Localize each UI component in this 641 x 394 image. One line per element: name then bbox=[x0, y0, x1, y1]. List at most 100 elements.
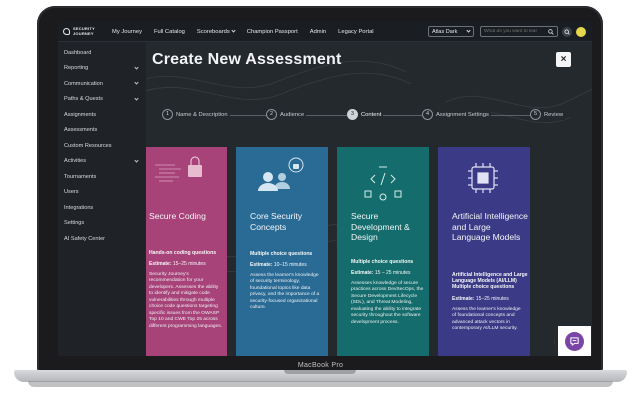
brand-line-2: JOURNEY bbox=[73, 30, 94, 36]
nav-item-label: Scoreboards bbox=[196, 28, 230, 35]
code-lock-icon bbox=[155, 156, 202, 182]
card-subtitle: Multiple choice questions bbox=[351, 259, 414, 265]
card-subtitle: Hands-on coding questions bbox=[149, 250, 217, 256]
brand-logo[interactable]: SECURITY JOURNEY bbox=[63, 27, 106, 36]
card-description: Assess the learner's knowledge of securi… bbox=[250, 272, 320, 311]
sidebar-item-users[interactable]: Users bbox=[58, 185, 146, 201]
sidebar-item-assignments[interactable]: Assignments bbox=[58, 107, 146, 123]
step-label: Name & Description bbox=[176, 111, 228, 118]
sidebar-item-label: Custom Resources bbox=[64, 142, 112, 149]
notifications-button[interactable] bbox=[562, 27, 572, 37]
step-label: Content bbox=[361, 111, 382, 118]
chevron-down-icon bbox=[134, 65, 139, 70]
sidebar-item-reporting[interactable]: Reporting bbox=[58, 61, 146, 77]
assessment-card-secure-coding[interactable]: Secure Coding Hands-on coding questions Es… bbox=[146, 147, 227, 356]
chevron-down-icon bbox=[231, 28, 236, 33]
card-title: Secure Development & Design bbox=[351, 211, 410, 242]
step-assignment-settings[interactable]: 4 Assignment Settings bbox=[422, 109, 491, 120]
nav-item-legacy-portal[interactable]: Legacy Portal bbox=[338, 29, 373, 35]
sidebar-item-paths-and-quests[interactable]: Paths & Quests bbox=[58, 92, 146, 108]
assessment-card-artificial-intelligence-and-la[interactable]: Artificial Intelligence and Large Langua… bbox=[438, 147, 530, 356]
step-content[interactable]: 3 Content bbox=[347, 109, 384, 120]
close-button[interactable]: × bbox=[556, 52, 571, 67]
sidebar: Dashboard Reporting Communication Paths & Q… bbox=[58, 42, 146, 356]
top-navigation: SECURITY JOURNEY My Journey Full Catalog Sc… bbox=[58, 22, 592, 42]
user-avatar[interactable] bbox=[576, 27, 586, 37]
step-audience[interactable]: 2 Audience bbox=[266, 109, 307, 120]
step-number: 4 bbox=[422, 109, 433, 120]
laptop-shadow bbox=[28, 381, 613, 387]
card-estimate: Estimate: 15 – 25 minutes bbox=[351, 270, 427, 276]
step-number: 2 bbox=[266, 109, 277, 120]
chevron-down-icon bbox=[134, 158, 139, 163]
estimate-value: 15–25 minutes bbox=[475, 295, 509, 302]
search-input[interactable] bbox=[484, 29, 546, 34]
nav-item-label: Champion Passport bbox=[246, 28, 298, 35]
step-number: 3 bbox=[347, 109, 358, 120]
estimate-label: Estimate: bbox=[250, 261, 273, 268]
sidebar-item-tournaments[interactable]: Tournaments bbox=[58, 169, 146, 185]
nav-item-champion-passport[interactable]: Champion Passport bbox=[247, 29, 298, 35]
card-estimate: Estimate: 15–25 minutes bbox=[452, 296, 528, 302]
chat-widget[interactable] bbox=[558, 326, 591, 356]
nav-item-label: Full Catalog bbox=[153, 28, 185, 35]
sidebar-item-label: Assessments bbox=[64, 127, 98, 134]
nav-item-label: My Journey bbox=[112, 28, 142, 35]
sidebar-item-label: Assignments bbox=[64, 111, 97, 118]
sidebar-item-dashboard[interactable]: Dashboard bbox=[58, 45, 146, 61]
nav-item-scoreboards[interactable]: Scoreboards bbox=[196, 28, 236, 35]
nav-item-label: Legacy Portal bbox=[338, 28, 374, 35]
card-estimate: Estimate: 10–15 minutes bbox=[250, 262, 326, 268]
step-number: 1 bbox=[162, 109, 173, 120]
devsecops-icon bbox=[364, 166, 402, 201]
estimate-value: 15 – 25 minutes bbox=[374, 269, 411, 276]
sidebar-item-ai-safety-center[interactable]: AI Safety Center bbox=[58, 231, 146, 247]
nav-menu: My Journey Full Catalog Scoreboards Champio… bbox=[112, 28, 374, 35]
page-title: Create New Assessment bbox=[152, 51, 342, 68]
main-content: Create New Assessment × 1 Name & Descript… bbox=[146, 42, 592, 356]
assessment-card-secure-development-and-design[interactable]: Secure Development & Design Multiple choi… bbox=[337, 147, 429, 356]
people-lock-icon bbox=[258, 157, 304, 191]
app-screen: SECURITY JOURNEY My Journey Full Catalog Sc… bbox=[58, 22, 592, 356]
chevron-down-icon bbox=[466, 28, 471, 33]
sidebar-item-settings[interactable]: Settings bbox=[58, 216, 146, 232]
nav-item-full-catalog[interactable]: Full Catalog bbox=[154, 29, 185, 35]
card-description: Security Journey's recommendation for yo… bbox=[149, 271, 223, 329]
sidebar-item-label: Dashboard bbox=[64, 49, 92, 56]
device-label: MacBook Pro bbox=[297, 362, 344, 369]
step-label: Assignment Settings bbox=[436, 111, 489, 118]
chevron-down-icon bbox=[134, 96, 139, 101]
sidebar-item-custom-resources[interactable]: Custom Resources bbox=[58, 138, 146, 154]
sidebar-item-activities[interactable]: Activities bbox=[58, 154, 146, 170]
step-label: Audience bbox=[280, 111, 305, 118]
theme-select[interactable]: Atlas Dark bbox=[428, 26, 474, 37]
nav-item-admin[interactable]: Admin bbox=[310, 29, 326, 35]
sidebar-item-communication[interactable]: Communication bbox=[58, 76, 146, 92]
estimate-value: 15–25 minutes bbox=[172, 260, 206, 267]
sidebar-item-label: AI Safety Center bbox=[64, 235, 106, 242]
card-description: Assesses knowledge of secure practices a… bbox=[351, 280, 424, 325]
assessment-card-core-security-concepts[interactable]: Core Security Concepts Multiple choice qu… bbox=[236, 147, 328, 356]
sidebar-item-label: Communication bbox=[64, 80, 103, 87]
sidebar-item-assessments[interactable]: Assessments bbox=[58, 123, 146, 139]
estimate-label: Estimate: bbox=[351, 269, 374, 276]
nav-item-my-journey[interactable]: My Journey bbox=[112, 29, 142, 35]
card-subtitle: Multiple choice questions bbox=[250, 251, 313, 257]
sidebar-item-label: Paths & Quests bbox=[64, 96, 103, 103]
sidebar-item-label: Users bbox=[64, 189, 79, 196]
card-title: Secure Coding bbox=[149, 211, 206, 221]
step-number: 5 bbox=[530, 109, 541, 120]
card-description: Assess the learner's knowledge of founda… bbox=[452, 306, 521, 332]
estimate-value: 10–15 minutes bbox=[273, 261, 307, 268]
search-field[interactable] bbox=[480, 26, 558, 37]
step-review[interactable]: 5 Review bbox=[530, 109, 566, 120]
chat-drag-handle[interactable]: ⋮⋮ bbox=[552, 339, 562, 345]
sidebar-item-integrations[interactable]: Integrations bbox=[58, 200, 146, 216]
chat-launcher-button[interactable] bbox=[565, 331, 584, 351]
step-name-and-description[interactable]: 1 Name & Description bbox=[162, 109, 230, 120]
sidebar-item-label: Activities bbox=[64, 158, 87, 165]
product-mockup: SECURITY JOURNEY My Journey Full Catalog Sc… bbox=[0, 0, 641, 394]
card-title: Artificial Intelligence and Large Langua… bbox=[452, 211, 528, 242]
bell-icon bbox=[564, 29, 570, 35]
nav-item-label: Admin bbox=[309, 28, 327, 35]
